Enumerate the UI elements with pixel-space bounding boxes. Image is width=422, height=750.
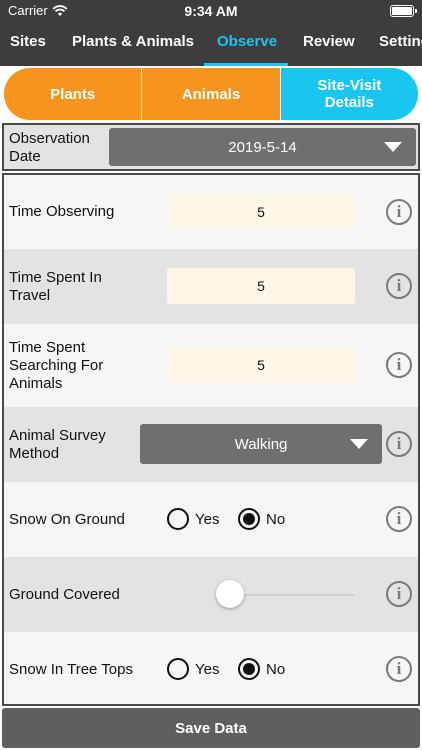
segment-plants[interactable]: Plants: [4, 68, 143, 120]
time-travel-input[interactable]: 5: [167, 268, 355, 304]
segment-site-visit-details[interactable]: Site-Visit Details: [280, 68, 418, 120]
snow-trees-yes-radio[interactable]: Yes: [167, 658, 219, 680]
active-tab-indicator: [204, 63, 288, 66]
app-header: Carrier 9:34 AM Sites Plants & Animals O…: [0, 0, 422, 66]
info-icon[interactable]: i: [386, 273, 412, 299]
ground-covered-slider-track[interactable]: [230, 594, 354, 596]
info-icon[interactable]: i: [386, 431, 412, 457]
info-icon[interactable]: i: [386, 199, 412, 225]
tab-settings[interactable]: Settings: [379, 22, 422, 66]
save-data-button[interactable]: Save Data: [2, 708, 420, 748]
time-observing-label: Time Observing: [9, 203, 115, 220]
ground-covered-row: Ground Covered i: [4, 557, 418, 632]
snow-ground-yes-radio[interactable]: Yes: [167, 508, 219, 530]
survey-method-dropdown[interactable]: Walking: [140, 424, 382, 464]
time-searching-label: Time Spent Searching For Animals: [9, 339, 104, 392]
ground-covered-slider-thumb[interactable]: [216, 580, 244, 608]
snow-ground-no-label: No: [266, 510, 286, 528]
observation-date-dropdown[interactable]: 2019-5-14: [109, 128, 416, 166]
radio-checked-icon: [238, 658, 260, 680]
observation-date-label: Observation Date: [9, 130, 90, 165]
segment-site-visit-details-label: Site-Visit Details: [317, 77, 382, 111]
status-bar: Carrier 9:34 AM: [0, 0, 422, 22]
snow-trees-label: Snow In Tree Tops: [9, 661, 133, 678]
survey-method-row: Animal Survey Method Walking i: [4, 407, 418, 482]
ground-covered-label: Ground Covered: [9, 586, 120, 603]
snow-ground-row: Snow On Ground Yes No i: [4, 482, 418, 557]
status-time: 9:34 AM: [184, 3, 238, 19]
observe-segmented-control: Plants Animals Site-Visit Details: [4, 68, 418, 120]
observation-date-value: 2019-5-14: [228, 138, 297, 156]
info-icon[interactable]: i: [386, 656, 412, 682]
snow-trees-row: Snow In Tree Tops Yes No i: [4, 632, 418, 704]
info-icon[interactable]: i: [386, 581, 412, 607]
info-icon[interactable]: i: [386, 506, 412, 532]
main-tab-bar: Sites Plants & Animals Observe Review Se…: [0, 22, 422, 66]
chevron-down-icon: [350, 439, 368, 449]
time-observing-row: Time Observing 5 i: [4, 175, 418, 249]
time-travel-row: Time Spent In Travel 5 i: [4, 249, 418, 324]
tab-review[interactable]: Review: [303, 22, 355, 66]
survey-method-label: Animal Survey Method: [9, 427, 106, 462]
snow-trees-no-radio[interactable]: No: [238, 658, 285, 680]
observation-date-row: Observation Date 2019-5-14: [2, 123, 420, 171]
info-icon[interactable]: i: [386, 352, 412, 378]
tab-sites[interactable]: Sites: [10, 22, 46, 66]
tab-plants-animals[interactable]: Plants & Animals: [72, 22, 194, 66]
site-visit-form: Time Observing 5 i Time Spent In Travel …: [2, 173, 420, 706]
survey-method-value: Walking: [234, 435, 288, 453]
snow-ground-yes-label: Yes: [195, 510, 220, 528]
snow-trees-yes-label: Yes: [195, 660, 220, 678]
radio-checked-icon: [238, 508, 260, 530]
radio-unchecked-icon: [167, 658, 189, 680]
time-searching-row: Time Spent Searching For Animals 5 i: [4, 324, 418, 407]
chevron-down-icon: [384, 142, 402, 152]
snow-trees-no-label: No: [266, 660, 286, 678]
segment-animals[interactable]: Animals: [142, 68, 281, 120]
time-searching-input[interactable]: 5: [167, 347, 355, 383]
battery-icon: [390, 5, 417, 17]
time-observing-input[interactable]: 5: [167, 194, 355, 230]
snow-ground-label: Snow On Ground: [9, 511, 125, 528]
snow-ground-no-radio[interactable]: No: [238, 508, 285, 530]
time-travel-label: Time Spent In Travel: [9, 269, 102, 304]
tab-observe[interactable]: Observe: [217, 22, 277, 66]
radio-unchecked-icon: [167, 508, 189, 530]
